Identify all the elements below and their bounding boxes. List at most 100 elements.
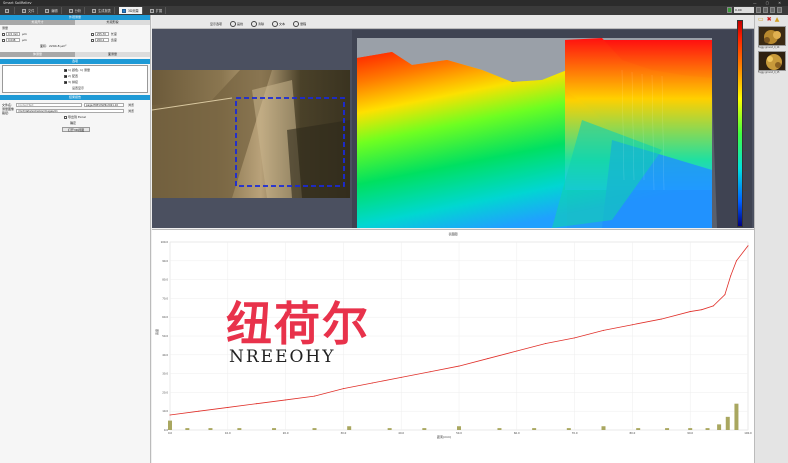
- height-colorbar: [737, 20, 743, 227]
- path-browse-button[interactable]: 浏览: [128, 109, 134, 113]
- delete-icon[interactable]: ✖: [767, 17, 772, 23]
- y-tick-label: 70.0: [162, 296, 168, 300]
- text-icon: [272, 21, 279, 27]
- histogram-bar: [185, 428, 190, 430]
- area-row: 面积: 2294.8 μm²: [40, 44, 67, 48]
- file-value-select[interactable]: page.HRE.MLPR.2021.10: [84, 103, 124, 107]
- export-icon[interactable]: ▲: [775, 17, 780, 23]
- histogram-bar: [688, 428, 693, 430]
- toggle-button-1[interactable]: [756, 7, 761, 13]
- line-point: [631, 324, 633, 326]
- y-tick-label: 40.0: [162, 353, 168, 357]
- toggle-button-3[interactable]: [770, 7, 775, 13]
- line-point: [545, 343, 547, 345]
- watermark-chinese: 纽荷尔: [226, 297, 370, 351]
- line-point: [724, 294, 726, 296]
- toolbar-analyze[interactable]: 分析: [66, 7, 86, 14]
- field-b-2[interactable]: 200.2: [94, 38, 109, 42]
- histogram-bar: [601, 426, 606, 430]
- line-point: [227, 406, 229, 408]
- pen-icon: [230, 21, 237, 27]
- x-tick-label: 100.0: [744, 431, 752, 435]
- file-browse-button[interactable]: 浏览: [128, 103, 134, 107]
- thumbnail-2[interactable]: [758, 51, 786, 71]
- line-point: [730, 275, 732, 277]
- tool-draw[interactable]: 画线: [230, 21, 243, 27]
- body-tabs: 体测量 面测量: [0, 52, 150, 57]
- histogram-bar: [636, 428, 641, 430]
- tool-range[interactable]: 量程: [293, 21, 306, 27]
- toolbar-right-controls: 0.00: [727, 7, 782, 13]
- histogram-bar: [665, 428, 670, 430]
- export-checkbox[interactable]: [64, 115, 67, 119]
- file-name-input[interactable]: ContentText: [16, 103, 82, 107]
- left-panel: 外观测量 外观尺寸 外观形貌 测量 0.5 mm μm 255.70 长度 0.…: [0, 15, 151, 463]
- tab-surface[interactable]: 面测量: [75, 52, 150, 57]
- surface-3d-canvas: [352, 30, 752, 228]
- view-3d-area: 显示选项 画线 清除 文本 量程: [152, 15, 754, 228]
- radio-3[interactable]: [2, 38, 5, 42]
- line-point: [285, 399, 287, 401]
- checkbox-option-2[interactable]: [64, 74, 67, 78]
- tool-text[interactable]: 文本: [272, 21, 285, 27]
- apply-display-button[interactable]: 设置显示: [4, 85, 146, 91]
- checkbox-option-1[interactable]: [64, 68, 67, 72]
- histogram-bar: [312, 428, 317, 430]
- tab-shape[interactable]: 外观形貌: [75, 20, 150, 25]
- radio-1[interactable]: [2, 32, 5, 36]
- field-b-1[interactable]: 255.70: [94, 32, 109, 36]
- photo-image: [152, 70, 350, 198]
- extend-icon: [149, 8, 154, 13]
- line-point: [487, 358, 489, 360]
- line-point: [660, 318, 662, 320]
- green-status-icon: [727, 7, 732, 13]
- toolbar-edit[interactable]: 编辑: [42, 7, 62, 14]
- toolbar-home[interactable]: [2, 7, 15, 14]
- line-point: [603, 329, 604, 331]
- tool-clear[interactable]: 清除: [251, 21, 264, 27]
- field-a-2[interactable]: 0.048: [6, 38, 20, 42]
- x-tick-label: 30.0: [341, 431, 347, 435]
- x-tick-label: 50.0: [456, 431, 462, 435]
- chart-x-label: 距离(mm): [437, 435, 452, 439]
- tab-volume[interactable]: 体测量: [0, 52, 75, 57]
- x-tick-label: 90.0: [687, 431, 693, 435]
- toolbar-3d-measure[interactable]: 3D测量: [118, 7, 143, 14]
- histogram-bar: [725, 416, 730, 430]
- line-point: [747, 245, 749, 247]
- thumbnail-2-image: [759, 52, 785, 70]
- app-window: Smart SoilReliev — ▢ ✕ 文件 编辑 分析 生成报表 3D测…: [0, 0, 788, 463]
- main-toolbar: 文件 编辑 分析 生成报表 3D测量 扩展 0.00: [0, 6, 788, 15]
- y-tick-label: 100.0: [161, 240, 169, 244]
- checkbox-option-3[interactable]: [64, 80, 67, 84]
- value-box[interactable]: 0.00: [734, 7, 754, 13]
- profile-chart: 表面图 0.0 10.0 20.0 30.0 40.0 50.0 60.0 70.0 80.0 9…: [152, 229, 754, 463]
- field-a-1[interactable]: 0.5 mm: [6, 32, 20, 36]
- toolbar-file[interactable]: 文件: [19, 7, 39, 14]
- folder-icon[interactable]: ▭: [758, 17, 764, 23]
- toolbar-extend[interactable]: 扩展: [147, 7, 167, 14]
- histogram-bar: [717, 424, 722, 430]
- x-tick-label: 40.0: [398, 431, 404, 435]
- x-tick-label: 20.0: [283, 431, 289, 435]
- surface-3d-plot[interactable]: [352, 30, 752, 228]
- toolbar-report[interactable]: 生成报表: [89, 7, 115, 14]
- thumbnail-1[interactable]: [758, 26, 786, 46]
- toggle-button-4[interactable]: [777, 7, 782, 13]
- toggle-button-2[interactable]: [763, 7, 768, 13]
- right-panel: ▭ ✖ ▲ Foggy ground_0_14 Foggy ground_0_1…: [754, 15, 788, 463]
- tab-size[interactable]: 外观尺寸: [0, 20, 75, 25]
- radio-2[interactable]: [90, 32, 94, 36]
- radio-4[interactable]: [90, 38, 94, 42]
- edit-icon: [45, 8, 50, 13]
- image-path-input[interactable]: /mnt/data/soilreliev/images/A1: [16, 109, 124, 113]
- open-3d-button[interactable]: 打开3D视图: [62, 127, 90, 132]
- report-icon: [92, 8, 97, 13]
- histogram-bar: [237, 428, 242, 430]
- sample-photo[interactable]: [152, 70, 350, 198]
- home-icon: [5, 8, 9, 13]
- histogram-bar: [734, 403, 739, 430]
- y-tick-label: 90.0: [162, 259, 168, 263]
- section-header-report: 结果报告: [0, 95, 150, 100]
- watermark-english: NREEOHY: [229, 347, 336, 367]
